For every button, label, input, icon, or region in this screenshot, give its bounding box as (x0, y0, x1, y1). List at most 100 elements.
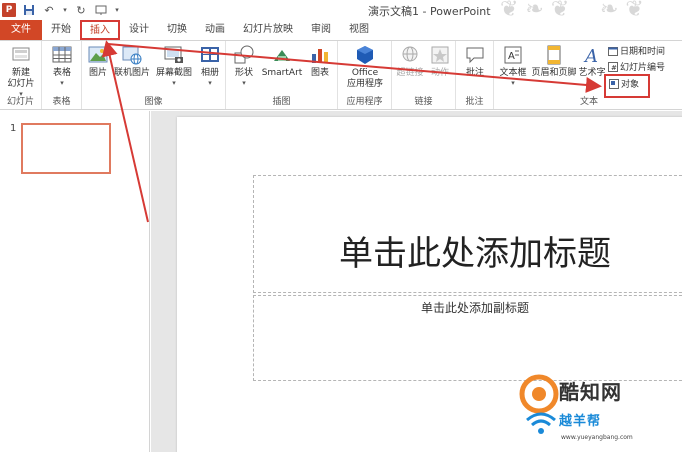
slide-number-button[interactable]: # 幻灯片编号 (608, 60, 665, 73)
hyperlink-button[interactable]: 超链接 (394, 44, 426, 79)
images-group: 图片 联机图片 屏幕截图 ▾ 相册 ▾ 图像 (82, 41, 226, 109)
comment-button[interactable]: 批注 (460, 44, 490, 79)
header-footer-label: 页眉和页脚 (531, 68, 577, 78)
photo-album-icon (201, 47, 219, 62)
hyperlink-label: 超链接 (396, 68, 424, 78)
action-label: 动作 (430, 68, 449, 78)
table-button[interactable]: 表格 ▾ (48, 44, 76, 87)
watermark-name: 越羊帮 (559, 414, 602, 429)
screenshot-dropdown-icon[interactable]: ▾ (172, 79, 176, 87)
tables-group-label: 表格 (52, 97, 71, 107)
watermark-url: www.yueyangbang.com (561, 434, 633, 441)
chart-button[interactable]: 图表 (306, 44, 334, 79)
table-icon (52, 46, 72, 63)
picture-label: 图片 (88, 68, 107, 78)
shapes-button[interactable]: 形状 ▾ (230, 44, 258, 87)
chart-icon (312, 49, 328, 63)
screenshot-button[interactable]: 屏幕截图 ▾ (154, 44, 194, 87)
picture-button[interactable]: 图片 (85, 44, 111, 79)
date-time-button[interactable]: 日期和时间 (608, 44, 665, 57)
undo-icon[interactable]: ↶ (42, 3, 56, 17)
text-box-button[interactable]: A 文本框 ▾ (496, 44, 530, 87)
svg-text:A: A (583, 46, 598, 66)
text-group-label: 文本 (579, 97, 598, 107)
title-placeholder[interactable]: 单击此处添加标题 (253, 175, 682, 293)
slide-number: 1 (10, 123, 17, 134)
tables-group: 表格 ▾ 表格 (42, 41, 82, 109)
text-box-label: 文本框 (499, 68, 527, 78)
window-title: 演示文稿1 - PowerPoint (368, 5, 491, 18)
svg-text:A: A (508, 51, 515, 62)
office-apps-icon (357, 46, 373, 64)
comments-group-label: 批注 (465, 97, 484, 107)
slide-number-label: 幻灯片编号 (620, 63, 666, 73)
tab-review[interactable]: 审阅 (302, 20, 340, 40)
comment-label: 批注 (465, 68, 484, 78)
slide-thumbnails-pane: 1 (0, 111, 150, 452)
action-button[interactable]: 动作 (426, 44, 454, 79)
tab-view[interactable]: 视图 (340, 20, 378, 40)
shapes-dropdown-icon[interactable]: ▾ (242, 79, 246, 87)
office-apps-button[interactable]: Office 应用程序 (342, 44, 388, 90)
chart-label: 图表 (310, 68, 329, 78)
online-picture-icon (122, 46, 142, 65)
header-footer-icon (547, 45, 561, 65)
quick-access-toolbar: P ↶ ▾ ↻ ▾ (2, 2, 120, 18)
tab-animations[interactable]: 动画 (196, 20, 234, 40)
table-label: 表格 (52, 68, 71, 78)
links-group-label: 链接 (414, 97, 433, 107)
customize-qat-icon[interactable]: ▾ (114, 3, 120, 17)
photo-album-label: 相册 (200, 68, 219, 78)
smartart-icon (274, 50, 290, 61)
header-footer-button[interactable]: 页眉和页脚 (531, 44, 577, 79)
slide-number-icon: # (608, 61, 618, 72)
office-apps-label: Office 应用程序 (346, 68, 383, 89)
text-box-icon: A (504, 46, 522, 64)
ribbon-tabs: 文件 开始 插入 设计 切换 动画 幻灯片放映 审阅 视图 (0, 20, 682, 40)
subtitle-placeholder[interactable]: 单击此处添加副标题 (253, 295, 682, 381)
wordart-icon: A (583, 46, 598, 66)
links-group: 超链接 动作 链接 (392, 41, 456, 109)
shapes-label: 形状 (234, 68, 253, 78)
title-placeholder-text: 单击此处添加标题 (339, 234, 611, 274)
slide-thumbnail[interactable] (21, 123, 111, 174)
action-icon (431, 46, 449, 64)
shapes-icon (234, 45, 254, 64)
new-slide-button[interactable]: 新建 幻灯片 ▾ (4, 44, 38, 98)
comments-group: 批注 批注 (456, 41, 494, 109)
subtitle-placeholder-text: 单击此处添加副标题 (420, 301, 529, 315)
slides-group-label: 幻灯片 (6, 97, 34, 107)
smartart-button[interactable]: SmartArt (260, 44, 304, 79)
wordart-dropdown-icon[interactable]: ▾ (590, 79, 594, 87)
wordart-button[interactable]: A 艺术字 ▾ (578, 44, 606, 87)
photo-album-dropdown-icon[interactable]: ▾ (208, 79, 212, 87)
powerpoint-app-icon[interactable]: P (2, 3, 16, 17)
tab-design[interactable]: 设计 (120, 20, 158, 40)
new-slide-icon (12, 47, 30, 61)
text-group: A 文本框 ▾ 页眉和页脚 A 艺术字 ▾ 日期和时间 # 幻灯片编号 对象 文… (494, 41, 682, 109)
tab-transitions[interactable]: 切换 (158, 20, 196, 40)
slides-group: 新建 幻灯片 ▾ 幻灯片 (0, 41, 42, 109)
new-slide-label: 新建 幻灯片 (7, 68, 35, 89)
tab-slide-show[interactable]: 幻灯片放映 (234, 20, 302, 40)
save-icon[interactable] (22, 3, 36, 17)
svg-text:#: # (611, 64, 617, 72)
smartart-label: SmartArt (261, 68, 303, 78)
photo-album-button[interactable]: 相册 ▾ (196, 44, 224, 87)
images-group-label: 图像 (144, 97, 163, 107)
redo-icon[interactable]: ↻ (74, 3, 88, 17)
online-picture-button[interactable]: 联机图片 (113, 44, 151, 79)
table-dropdown-icon[interactable]: ▾ (60, 79, 64, 87)
tab-home[interactable]: 开始 (42, 20, 80, 40)
text-box-dropdown-icon[interactable]: ▾ (511, 79, 515, 87)
illustrations-group: 形状 ▾ SmartArt 图表 插图 (226, 41, 338, 109)
screenshot-icon (164, 46, 183, 63)
tab-file[interactable]: 文件 (0, 20, 42, 40)
tab-insert[interactable]: 插入 (80, 20, 120, 40)
illustrations-group-label: 插图 (272, 97, 291, 107)
watermark: 酷知网 越羊帮 www.yueyangbang.com (515, 372, 682, 450)
date-time-label: 日期和时间 (620, 47, 666, 57)
undo-dropdown-icon[interactable]: ▾ (62, 3, 68, 17)
ribbon: 新建 幻灯片 ▾ 幻灯片 表格 ▾ 表格 图片 联机图片 屏幕截图 ▾ 相册 ▾… (0, 40, 682, 110)
start-from-beginning-icon[interactable] (94, 3, 108, 17)
